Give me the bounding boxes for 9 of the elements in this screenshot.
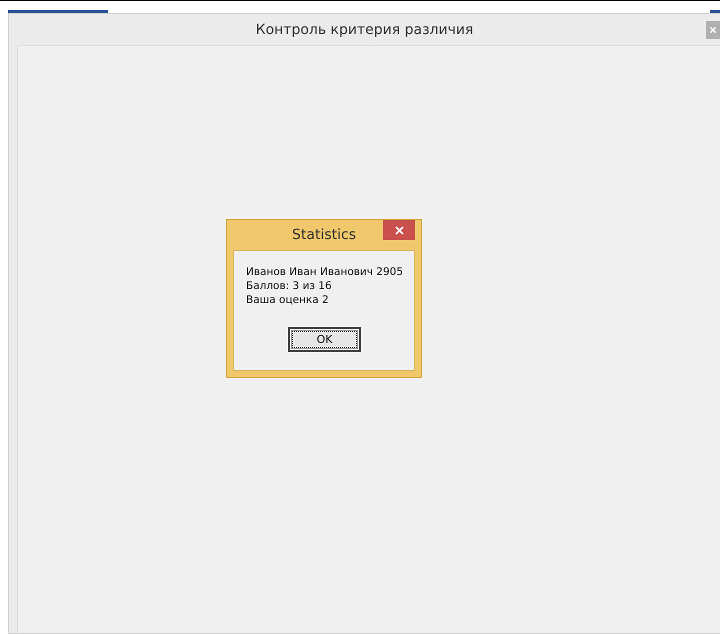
close-button[interactable] xyxy=(383,220,415,240)
message-line: Ваша оценка 2 xyxy=(246,293,330,307)
close-icon xyxy=(394,226,404,234)
message-line: Иванов Иван Иванович 2905 xyxy=(246,265,404,279)
window-title: Контроль критерия различия xyxy=(256,22,474,38)
ok-button[interactable]: OK xyxy=(288,327,361,352)
message-line: Баллов: 3 из 16 xyxy=(246,279,333,293)
dialog-title: Statistics xyxy=(292,227,356,243)
close-icon xyxy=(710,27,716,33)
